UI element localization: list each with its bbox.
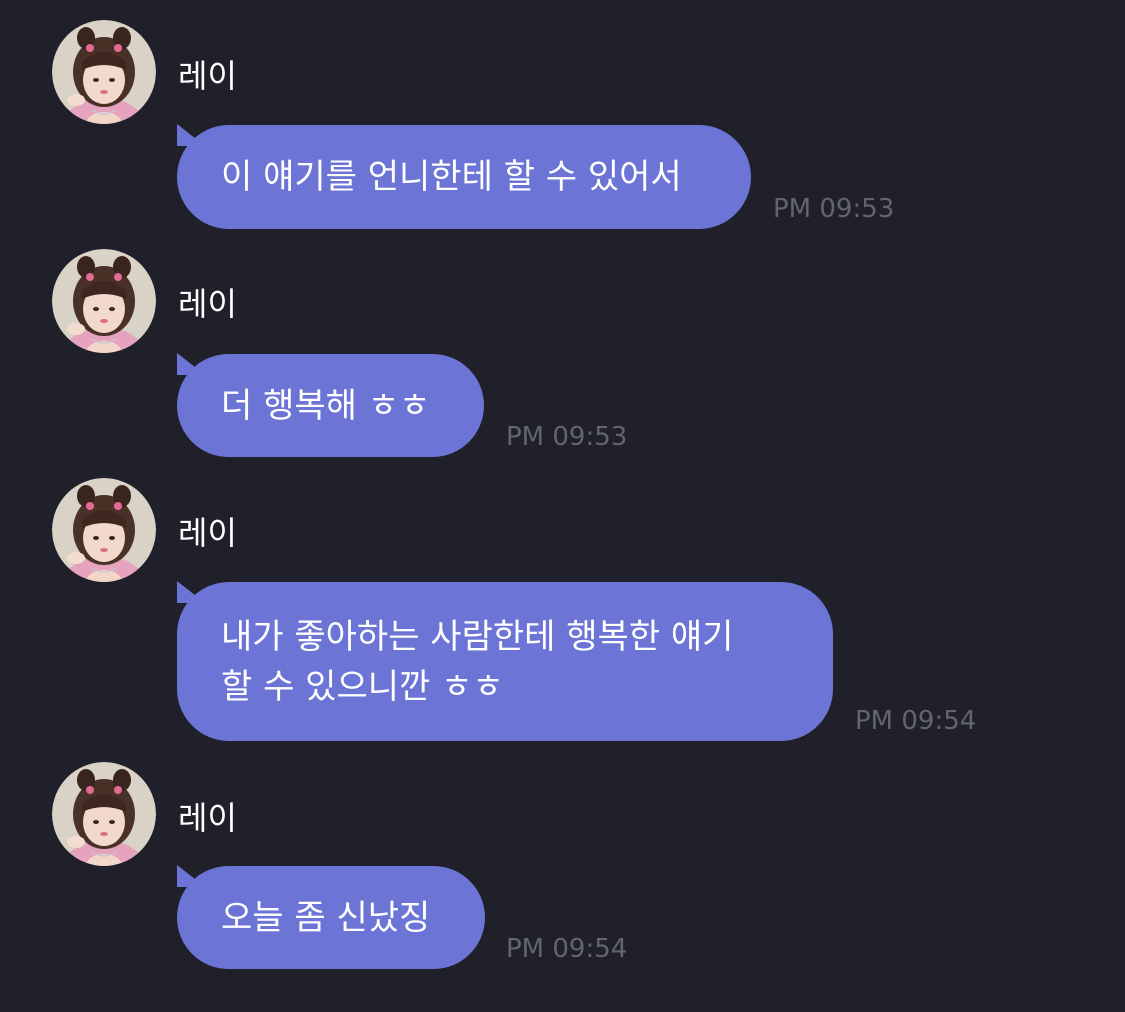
message-text: 오늘 좀 신났징 — [221, 897, 431, 938]
sender-name: 레이 — [178, 57, 237, 95]
sender-avatar[interactable] — [52, 762, 156, 866]
sender-avatar[interactable] — [52, 20, 156, 124]
sender-avatar[interactable] — [52, 478, 156, 582]
chat-message-list[interactable]: 레이 이 얘기를 언니한테 할 수 있어서 PM 09:53 레이 더 행복해 … — [0, 0, 1125, 1012]
message-bubble[interactable]: 오늘 좀 신났징 — [177, 866, 485, 969]
message-text-line: 내가 좋아하는 사람한테 행복한 얘기 — [221, 616, 734, 657]
profile-photo-avatar-icon — [52, 478, 156, 582]
message-bubble[interactable]: 내가 좋아하는 사람한테 행복한 얘기 할 수 있으니깐 ㅎㅎ — [177, 582, 833, 741]
sender-name: 레이 — [178, 514, 237, 552]
profile-photo-avatar-icon — [52, 249, 156, 353]
profile-photo-avatar-icon — [52, 762, 156, 866]
message-timestamp: PM 09:54 — [855, 706, 977, 736]
message-timestamp: PM 09:53 — [506, 422, 628, 452]
sender-name: 레이 — [178, 285, 237, 323]
message-bubble[interactable]: 더 행복해 ㅎㅎ — [177, 354, 484, 457]
sender-name: 레이 — [178, 799, 237, 837]
message-text: 이 얘기를 언니한테 할 수 있어서 — [221, 157, 682, 197]
message-text-line: 할 수 있으니깐 ㅎㅎ — [221, 666, 504, 707]
message-text: 더 행복해 ㅎㅎ — [221, 385, 431, 426]
profile-photo-avatar-icon — [52, 20, 156, 124]
message-timestamp: PM 09:53 — [773, 194, 895, 224]
sender-avatar[interactable] — [52, 249, 156, 353]
message-bubble[interactable]: 이 얘기를 언니한테 할 수 있어서 — [177, 125, 751, 229]
message-timestamp: PM 09:54 — [506, 934, 628, 964]
